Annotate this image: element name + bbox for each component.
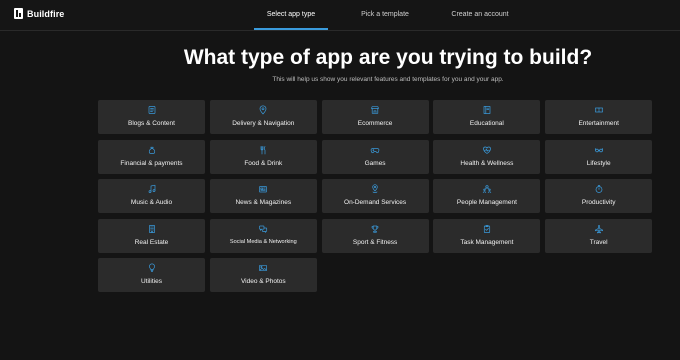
buildfire-logo-icon: [14, 8, 23, 19]
people-icon: [482, 184, 492, 194]
app-type-label: Music & Audio: [130, 199, 173, 206]
app-type-tile-real-estate[interactable]: Real Estate: [98, 218, 205, 253]
app-type-tile-entertainment[interactable]: Entertainment: [545, 100, 653, 134]
airplane-icon: [594, 224, 604, 234]
image-icon: [258, 263, 268, 273]
brand-name: Buildfire: [27, 8, 65, 19]
app-type-label: Financial & payments: [120, 159, 183, 167]
app-type-tile-games[interactable]: Games: [321, 139, 429, 174]
building-icon: [147, 224, 157, 234]
app-type-label: Real Estate: [134, 238, 169, 246]
app-type-label: Utilities: [141, 278, 162, 285]
app-type-tile-news-and-magazines[interactable]: News & Magazines: [209, 179, 317, 213]
app-type-label: Food & Drink: [244, 159, 283, 167]
app-type-tile-social-media-and-networking[interactable]: Social Media & Networking: [209, 218, 317, 253]
newspaper-icon: [258, 184, 268, 194]
lightbulb-icon: [147, 263, 157, 273]
app-type-tile-music-and-audio[interactable]: Music & Audio: [98, 179, 205, 213]
app-type-label: On-Demand Services: [344, 199, 407, 206]
storefront-icon: [370, 105, 380, 115]
app-type-label: Games: [364, 159, 386, 167]
glasses-icon: [594, 145, 604, 155]
music-note-icon: [147, 184, 157, 194]
app-type-label: Task Management: [460, 238, 514, 246]
app-type-label: News & Magazines: [235, 199, 292, 206]
app-type-label: People Management: [456, 199, 517, 206]
trophy-icon: [370, 224, 380, 234]
app-type-label: Travel: [589, 238, 608, 246]
step-pick-a-template[interactable]: Pick a template: [350, 0, 420, 30]
page-subtitle: This will help us show you relevant feat…: [272, 76, 504, 83]
app-type-label: Sport & Fitness: [352, 238, 398, 246]
app-type-tile-travel[interactable]: Travel: [545, 218, 653, 253]
app-type-tile-on-demand-services[interactable]: On-Demand Services: [321, 179, 429, 213]
map-pin-icon: [370, 184, 380, 194]
app-type-tile-sport-and-fitness[interactable]: Sport & Fitness: [321, 218, 429, 253]
app-type-tile-ecommerce[interactable]: Ecommerce: [321, 100, 429, 134]
app-type-label: Lifestyle: [586, 159, 611, 167]
ticket-icon: [594, 105, 604, 115]
app-type-tile-task-management[interactable]: Task Management: [433, 218, 541, 253]
app-type-grid: Blogs & Content Delivery & Navigation Ecom…: [98, 100, 653, 292]
clipboard-check-icon: [482, 224, 492, 234]
stopwatch-icon: [594, 184, 604, 194]
step-create-an-account[interactable]: Create an account: [442, 0, 518, 30]
location-pin-icon: [258, 105, 268, 115]
app-type-label: Ecommerce: [357, 120, 393, 127]
step-select-app-type[interactable]: Select app type: [254, 0, 328, 30]
app-type-tile-lifestyle[interactable]: Lifestyle: [545, 139, 653, 174]
app-type-label: Video & Photos: [240, 278, 286, 285]
app-type-tile-blogs-and-content[interactable]: Blogs & Content: [98, 100, 205, 134]
app-type-label: Health & Wellness: [460, 159, 514, 167]
app-type-label: Social Media & Networking: [229, 239, 297, 245]
blog-icon: [147, 105, 157, 115]
app-type-tile-educational[interactable]: Educational: [433, 100, 541, 134]
top-navigation-bar: Buildfire Select app type Pick a templat…: [0, 0, 680, 31]
money-bag-icon: [147, 145, 157, 155]
fork-knife-icon: [258, 145, 268, 155]
app-type-tile-video-and-photos[interactable]: Video & Photos: [209, 258, 317, 292]
app-type-tile-utilities[interactable]: Utilities: [98, 258, 205, 292]
book-icon: [482, 105, 492, 115]
gamepad-icon: [370, 145, 380, 155]
app-type-tile-productivity[interactable]: Productivity: [545, 179, 653, 213]
app-type-tile-food-and-drink[interactable]: Food & Drink: [209, 139, 317, 174]
app-type-label: Blogs & Content: [128, 120, 175, 127]
app-type-tile-health-and-wellness[interactable]: Health & Wellness: [433, 139, 541, 174]
app-type-label: Productivity: [581, 199, 616, 206]
page-title: What type of app are you trying to build…: [183, 46, 593, 69]
app-type-label: Educational: [469, 120, 504, 127]
chat-bubbles-icon: [258, 224, 268, 234]
app-type-tile-delivery-and-navigation[interactable]: Delivery & Navigation: [209, 100, 317, 134]
heart-pulse-icon: [482, 145, 492, 155]
app-type-label: Delivery & Navigation: [232, 120, 295, 127]
app-type-tile-people-management[interactable]: People Management: [433, 179, 541, 213]
app-type-label: Entertainment: [578, 120, 619, 127]
app-type-tile-financial-and-payments[interactable]: Financial & payments: [98, 139, 205, 174]
brand-logo[interactable]: Buildfire: [14, 8, 64, 19]
